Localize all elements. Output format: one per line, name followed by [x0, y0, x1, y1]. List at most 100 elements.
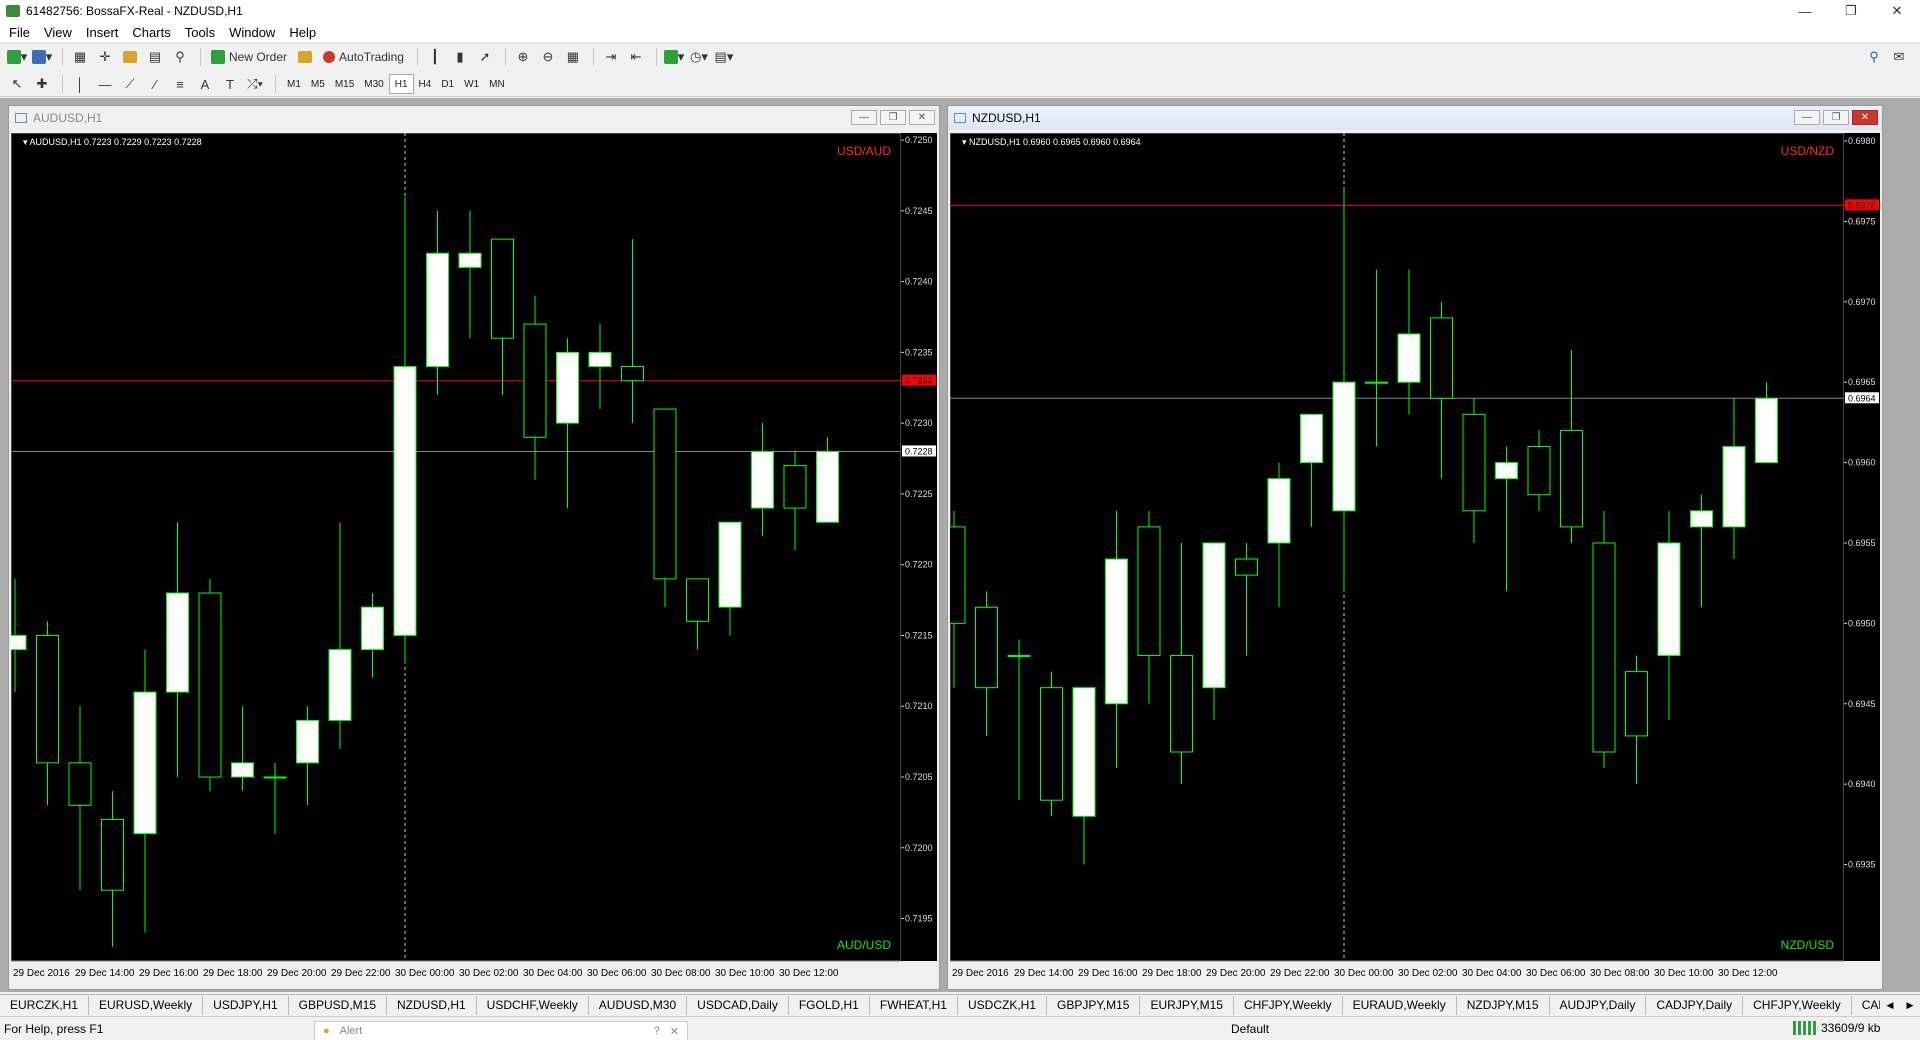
metaeditor-icon[interactable]: [294, 46, 316, 68]
chart-tab[interactable]: EURAUD,Weekly: [1343, 995, 1457, 1015]
navigator-icon[interactable]: [119, 46, 141, 68]
zoom-out-icon[interactable]: ⊖: [537, 46, 559, 68]
indicators-icon[interactable]: ▾: [663, 46, 685, 68]
search-icon[interactable]: ⚲: [1863, 46, 1885, 68]
connection-status[interactable]: 33609/9 kb: [1793, 1021, 1880, 1035]
chart-close-button[interactable]: ✕: [909, 110, 935, 125]
candlestick-icon[interactable]: ▮: [449, 46, 471, 68]
line-chart-icon[interactable]: ➚: [474, 46, 496, 68]
chart-tab[interactable]: EURCZK,H1: [0, 995, 90, 1015]
candle-body: [1137, 526, 1161, 657]
terminal-icon[interactable]: ▤: [144, 46, 166, 68]
menu-help[interactable]: Help: [282, 25, 323, 40]
chart-tab[interactable]: NZDUSD,H1: [387, 995, 477, 1015]
chart-tab[interactable]: GBPJPY,M15: [1047, 995, 1141, 1015]
menu-view[interactable]: View: [37, 25, 79, 40]
chart-tab[interactable]: CHFJPY,Weekly: [1743, 995, 1852, 1015]
new-order-button[interactable]: New Order: [207, 46, 291, 68]
profiles-icon[interactable]: ▾: [31, 46, 53, 68]
candle-body: [621, 366, 644, 382]
templates-icon[interactable]: ▤▾: [713, 46, 735, 68]
restore-button[interactable]: ❐: [1828, 0, 1874, 22]
minimize-button[interactable]: —: [1782, 0, 1828, 22]
chart-tab[interactable]: EURJPY,M15: [1140, 995, 1234, 1015]
chart-canvas[interactable]: 0.7250 0.7245 0.7240 0.7235 0.7230 0.7225 0.72…: [11, 133, 937, 987]
chat-icon[interactable]: ✉: [1888, 46, 1910, 68]
timeframe-d1[interactable]: D1: [436, 74, 459, 94]
data-window-icon[interactable]: ✛: [94, 46, 116, 68]
zoom-in-icon[interactable]: ⊕: [512, 46, 534, 68]
candle-body: [1592, 542, 1616, 753]
new-chart-icon[interactable]: ▾: [6, 46, 28, 68]
vertical-line-icon[interactable]: │: [69, 73, 91, 95]
time-axis-label: 30 Dec 04:00: [1462, 968, 1522, 979]
chart-tab[interactable]: USDCHF,Weekly: [477, 995, 589, 1015]
timeframe-h4[interactable]: H4: [414, 74, 437, 94]
alert-popup[interactable]: ● Alert ? ✕: [314, 1021, 688, 1040]
candle-body: [1105, 558, 1128, 705]
menu-charts[interactable]: Charts: [125, 25, 177, 40]
candle-body: [296, 719, 319, 764]
chart-tab[interactable]: AUDUSD,M30: [589, 995, 688, 1015]
market-watch-icon[interactable]: ▦: [69, 46, 91, 68]
candle-body: [491, 238, 514, 339]
timeframe-m1[interactable]: M1: [282, 74, 306, 94]
autotrading-button[interactable]: AutoTrading: [319, 46, 408, 68]
cursor-icon[interactable]: ↖: [6, 73, 28, 95]
chart-tab[interactable]: USDCAD,Daily: [687, 995, 789, 1015]
chart-tab[interactable]: FWHEAT,H1: [870, 995, 958, 1015]
timeframe-mn[interactable]: MN: [484, 74, 510, 94]
tab-scroll-right-icon[interactable]: ▶: [1907, 1000, 1914, 1011]
timeframe-w1[interactable]: W1: [459, 74, 484, 94]
close-button[interactable]: ✕: [1874, 0, 1920, 22]
chart-maximize-button[interactable]: ❐: [880, 110, 906, 125]
menu-window[interactable]: Window: [222, 25, 282, 40]
tab-scroll-buttons[interactable]: ◀ ▶: [1880, 995, 1920, 1015]
chart-window-nzdusd[interactable]: NZDUSD,H1 — ❐ ✕ 0.6980 0.6975 0.6970 0.6965…: [947, 105, 1883, 990]
horizontal-line-icon[interactable]: —: [94, 73, 116, 95]
text-label-icon[interactable]: T: [219, 73, 241, 95]
chart-canvas[interactable]: 0.6980 0.6975 0.6970 0.6965 0.6960 0.6955 0.69…: [950, 133, 1880, 987]
chart-maximize-button[interactable]: ❐: [1823, 110, 1849, 125]
fibonacci-icon[interactable]: ≡: [169, 73, 191, 95]
equidistant-channel-icon[interactable]: ∕: [144, 73, 166, 95]
chart-tab[interactable]: CHFJPY,Weekly: [1234, 995, 1343, 1015]
timeframe-m15[interactable]: M15: [330, 74, 359, 94]
tile-windows-icon[interactable]: ▦: [562, 46, 584, 68]
price-tick-label: 0.7250: [905, 135, 933, 145]
chart-window-audusd[interactable]: AUDUSD,H1 — ❐ ✕ 0.7250 0.7245 0.7240 0.7235…: [8, 105, 940, 990]
chart-tab-bar: EURCZK,H1 EURUSD,Weekly USDJPY,H1 GBPUSD,M1…: [0, 994, 1920, 1015]
arrows-icon[interactable]: ⤮▾: [244, 73, 266, 95]
menu-file[interactable]: File: [2, 25, 37, 40]
tab-scroll-left-icon[interactable]: ◀: [1887, 1000, 1894, 1011]
chart-shift-icon[interactable]: ⇤: [625, 46, 647, 68]
chart-tab[interactable]: EURUSD,Weekly: [89, 995, 204, 1015]
chart-minimize-button[interactable]: —: [1794, 110, 1820, 125]
chart-tab[interactable]: AUDJPY,Daily: [1550, 995, 1647, 1015]
strategy-tester-icon[interactable]: ⚲: [169, 46, 191, 68]
auto-scroll-icon[interactable]: ⇥: [600, 46, 622, 68]
bar-chart-icon[interactable]: ┃: [424, 46, 446, 68]
alert-close-icon[interactable]: ✕: [670, 1025, 679, 1038]
candle-body: [101, 818, 124, 891]
menu-tools[interactable]: Tools: [178, 25, 222, 40]
chart-minimize-button[interactable]: —: [851, 110, 877, 125]
timeframe-m5[interactable]: M5: [306, 74, 330, 94]
chart-tab[interactable]: USDCZK,H1: [958, 995, 1047, 1015]
timeframe-h1[interactable]: H1: [388, 74, 414, 94]
crosshair-icon[interactable]: ✚: [31, 73, 53, 95]
help-icon[interactable]: ?: [654, 1025, 660, 1037]
trendline-icon[interactable]: ⟋: [119, 73, 141, 95]
periods-icon[interactable]: ◷▾: [688, 46, 710, 68]
chart-close-button[interactable]: ✕: [1852, 110, 1878, 125]
chart-tab[interactable]: NZDJPY,M15: [1457, 995, 1550, 1015]
text-icon[interactable]: A: [194, 73, 216, 95]
chart-tab[interactable]: CADJPY,Daily: [1646, 995, 1744, 1015]
price-tick-label: 0.6980: [1848, 136, 1876, 146]
chart-tab[interactable]: USDJPY,H1: [203, 995, 289, 1015]
chart-tab[interactable]: FGOLD,H1: [789, 995, 870, 1015]
menu-insert[interactable]: Insert: [79, 25, 126, 40]
chart-tab[interactable]: GBPUSD,M15: [289, 995, 387, 1015]
alert-price-label: 0.7233: [905, 376, 933, 386]
timeframe-m30[interactable]: M30: [359, 74, 388, 94]
